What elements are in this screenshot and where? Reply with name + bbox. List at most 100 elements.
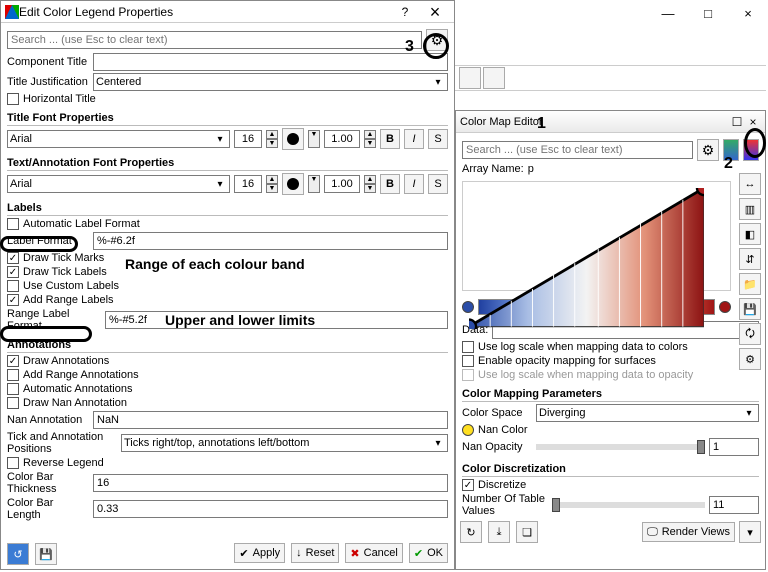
nan-color-label: Nan Color [478, 424, 528, 436]
num-values-input[interactable] [709, 496, 759, 514]
label-format-input[interactable] [93, 232, 448, 250]
title-font-size[interactable]: 16 [234, 130, 262, 148]
color-space-select[interactable]: Diverging▾ [536, 404, 759, 422]
num-values-slider[interactable] [552, 502, 705, 508]
text-shadow-button[interactable]: S [428, 174, 448, 194]
cme-edit-legend-button[interactable] [743, 139, 759, 161]
cme-tool-rescale-viz-icon[interactable]: ◧ [739, 223, 761, 245]
text-bold-button[interactable]: B [380, 174, 400, 194]
cme-save-icon[interactable]: ⤓ [488, 521, 510, 543]
cme-copy-icon[interactable]: ❏ [516, 521, 538, 543]
label-format-label: Label Format [7, 235, 89, 247]
nan-color-swatch[interactable] [462, 424, 474, 436]
chk-log-scale-color[interactable]: Use log scale when mapping data to color… [462, 341, 759, 353]
save-defaults-button[interactable]: 💾 [35, 543, 57, 565]
mainwin-close[interactable]: × [728, 2, 768, 26]
cme-close-button[interactable]: × [745, 113, 761, 131]
dialog-search-input[interactable] [7, 31, 422, 49]
text-font-opacity-spin[interactable]: ▲▼ [364, 175, 376, 193]
component-title-input[interactable] [93, 53, 448, 71]
mainwin-minimize[interactable]: — [648, 2, 688, 26]
chk-discretize[interactable]: ✓Discretize [462, 479, 759, 491]
chk-automatic-annotations[interactable]: Automatic Annotations [7, 383, 448, 395]
restore-defaults-button[interactable]: ↺ [7, 543, 29, 565]
chk-use-custom-labels[interactable]: Use Custom Labels [7, 280, 448, 292]
max-color-handle[interactable] [719, 301, 731, 313]
chk-add-range-annotations[interactable]: Add Range Annotations [7, 369, 448, 381]
array-name-value: p [528, 163, 534, 175]
text-font-opacity[interactable]: 1.00 [324, 175, 360, 193]
tick-positions-label: Tick and Annotation Positions [7, 431, 117, 455]
chk-add-range-labels[interactable]: ✓Add Range Labels [7, 294, 448, 306]
dialog-close-button[interactable]: × [420, 3, 450, 21]
mainwin-maximize[interactable]: □ [688, 2, 728, 26]
apply-button[interactable]: ✔Apply [234, 543, 285, 563]
title-justification-select[interactable]: Centered▾ [93, 73, 448, 91]
cme-tool-preset-icon[interactable]: 📁 [739, 273, 761, 295]
title-font-opacity[interactable]: 1.00 [324, 130, 360, 148]
title-justification-label: Title Justification [7, 76, 89, 88]
toolbar-unknown2[interactable] [483, 67, 505, 89]
cme-tool-save-preset-icon[interactable]: 💾 [739, 298, 761, 320]
section-labels: Labels [7, 199, 448, 216]
edit-legend-dialog: Edit Color Legend Properties ? × ⚙ Compo… [0, 0, 455, 570]
color-space-label: Color Space [462, 407, 532, 419]
title-font-opacity-spin[interactable]: ▲▼ [364, 130, 376, 148]
title-font-size-spinbtns[interactable]: ▲▼ [266, 130, 278, 148]
text-font-color[interactable] [282, 173, 304, 195]
section-text-font: Text/Annotation Font Properties [7, 154, 448, 171]
reset-button[interactable]: ↓Reset [291, 543, 339, 563]
cme-tool-compute-icon[interactable]: 🗘 [739, 323, 761, 345]
color-bar-thickness-input[interactable] [93, 474, 448, 492]
cme-tool-invert-icon[interactable]: ⇵ [739, 248, 761, 270]
chk-auto-label-format[interactable]: Automatic Label Format [7, 218, 448, 230]
dialog-gear-icon[interactable]: ⚙ [426, 29, 448, 51]
title-bold-button[interactable]: B [380, 129, 400, 149]
color-bar-length-label: Color Bar Length [7, 497, 89, 521]
cme-float-button[interactable]: ☐ [729, 113, 745, 131]
text-font-color-dd[interactable]: ▼ [308, 175, 320, 193]
nan-opacity-input[interactable] [709, 438, 759, 456]
text-font-size-spin[interactable]: ▲▼ [266, 175, 278, 193]
render-views-button[interactable]: 🖵Render Views [642, 522, 735, 542]
title-font-color[interactable] [282, 128, 304, 150]
render-dropdown[interactable]: ▾ [739, 521, 761, 543]
component-title-label: Component Title [7, 56, 89, 68]
title-font-color-dd[interactable]: ▼ [308, 130, 320, 148]
annotation-range-band: Range of each colour band [125, 256, 305, 272]
cancel-button[interactable]: ✖Cancel [345, 543, 402, 563]
text-font-size[interactable]: 16 [234, 175, 262, 193]
chk-draw-nan-annotation[interactable]: Draw Nan Annotation [7, 397, 448, 409]
nan-opacity-slider[interactable] [536, 444, 705, 450]
title-shadow-button[interactable]: S [428, 129, 448, 149]
chk-reverse-legend[interactable]: Reverse Legend [7, 457, 448, 469]
chk-horizontal-title[interactable]: Horizontal Title [7, 93, 448, 105]
text-font-family-select[interactable]: Arial▾ [7, 175, 230, 193]
nan-annotation-label: Nan Annotation [7, 414, 89, 426]
toolbar-unknown1[interactable] [459, 67, 481, 89]
nan-color-row[interactable]: Nan Color [462, 424, 759, 436]
cme-tool-rescale-icon[interactable]: ↔ [739, 173, 761, 195]
chk-log-scale-opacity: Use log scale when mapping data to opaci… [462, 369, 759, 381]
ok-button[interactable]: ✔OK [409, 543, 448, 563]
cme-tool-adv-icon[interactable]: ⚙ [739, 348, 761, 370]
title-italic-button[interactable]: I [404, 129, 424, 149]
tick-positions-select[interactable]: Ticks right/top, annotations left/bottom… [121, 434, 448, 452]
opacity-transfer-editor[interactable] [462, 181, 731, 291]
color-bar-length-input[interactable] [93, 500, 448, 518]
cme-gear-icon[interactable]: ⚙ [697, 139, 719, 161]
annotation-limits: Upper and lower limits [165, 312, 315, 328]
cme-search-input[interactable] [462, 141, 693, 159]
dialog-help-button[interactable]: ? [390, 3, 420, 21]
cme-tool-custom-range-icon[interactable]: ▥ [739, 198, 761, 220]
chk-draw-annotations[interactable]: ✓Draw Annotations [7, 355, 448, 367]
title-font-family-select[interactable]: Arial▾ [7, 130, 230, 148]
nan-opacity-label: Nan Opacity [462, 441, 532, 453]
text-italic-button[interactable]: I [404, 174, 424, 194]
chk-opacity-surfaces[interactable]: Enable opacity mapping for surfaces [462, 355, 759, 367]
annotation-2: 2 [724, 155, 733, 173]
cme-reload-icon[interactable]: ↻ [460, 521, 482, 543]
nan-annotation-input[interactable] [93, 411, 448, 429]
range-label-format-label: Range Label Format [7, 308, 101, 332]
num-values-label: Number Of Table Values [462, 493, 548, 517]
